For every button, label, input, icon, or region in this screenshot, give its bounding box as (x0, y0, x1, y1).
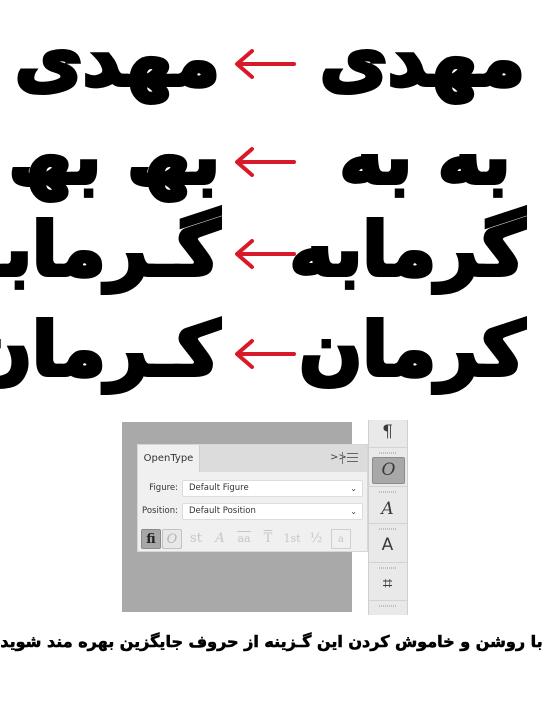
figure-select[interactable]: Default Figure ⌄ (182, 480, 363, 497)
standard-ligatures-button[interactable]: ﬁ (141, 529, 161, 549)
dock-separator (369, 486, 407, 487)
drag-grip[interactable] (379, 567, 397, 569)
left-arrow-icon (235, 339, 296, 369)
left-arrow-icon (235, 147, 296, 177)
ordinals-button[interactable]: 1st (282, 529, 302, 549)
discretionary-ligatures-button[interactable]: st (186, 529, 206, 549)
fractions-button[interactable]: ½ (306, 529, 326, 549)
dock-separator (369, 447, 407, 448)
swash-button[interactable]: A (210, 529, 230, 549)
panel-header: OpenType >> (138, 445, 367, 472)
contextual-alternates-button[interactable]: O (162, 529, 182, 549)
example-before: مهدی (318, 15, 527, 105)
dock-separator (369, 562, 407, 563)
header-divider (342, 452, 343, 464)
figure-value: Default Figure (189, 483, 249, 493)
tab-opentype[interactable]: OpenType (138, 445, 200, 472)
titling-alternates-button[interactable]: T (258, 529, 278, 549)
drag-grip[interactable] (379, 605, 397, 607)
drag-grip[interactable] (379, 491, 397, 493)
collapse-panel-button[interactable]: >> (330, 452, 347, 463)
stylistic-alternates-button[interactable]: aa (234, 529, 254, 549)
example-row: گـرمابھ گرمابه (0, 200, 543, 300)
transform-icon[interactable]: ⌗ (372, 572, 403, 597)
example-before: به به (337, 113, 512, 203)
example-before: گرمابه (288, 205, 527, 295)
chevron-down-icon: ⌄ (350, 507, 357, 516)
paragraph-icon[interactable]: ¶ (372, 420, 403, 445)
example-after: مهدی (13, 15, 222, 105)
position-select[interactable]: Default Position ⌄ (182, 503, 363, 520)
example-after: گـرمابھ (0, 205, 222, 295)
character-styles-icon[interactable]: A (372, 533, 403, 558)
example-row: مهدی مهدی (0, 10, 543, 110)
opentype-icon[interactable]: O (372, 457, 405, 484)
dock-separator (369, 600, 407, 601)
caption-text: با روشن و خاموش کردن این گـزینه از حروف … (0, 632, 543, 652)
chevron-down-icon: ⌄ (350, 484, 357, 493)
hamburger-menu-icon[interactable] (347, 453, 358, 462)
example-after: کـرمان (0, 305, 222, 395)
example-row: بھ بھ به به (0, 108, 543, 208)
drag-grip[interactable] (379, 528, 397, 530)
dock-separator (369, 523, 407, 524)
example-row: کـرمان کرمان (0, 300, 543, 400)
panel-dock: ¶ O A A ⌗ (368, 420, 408, 615)
opentype-panel: OpenType >> Figure: Default Figure ⌄ Pos… (137, 444, 368, 552)
position-label: Position: (142, 506, 178, 516)
position-value: Default Position (189, 506, 256, 516)
drag-grip[interactable] (379, 452, 397, 454)
left-arrow-icon (235, 49, 296, 79)
stylistic-sets-button[interactable]: a (331, 529, 351, 549)
glyphs-icon[interactable]: A (372, 497, 403, 522)
figure-label: Figure: (149, 483, 178, 493)
example-before: کرمان (297, 305, 527, 395)
left-arrow-icon (235, 239, 296, 269)
opentype-features-row: ﬁ O st A aa T 1st ½ a (141, 529, 366, 551)
example-after: بھ بھ (6, 113, 222, 203)
